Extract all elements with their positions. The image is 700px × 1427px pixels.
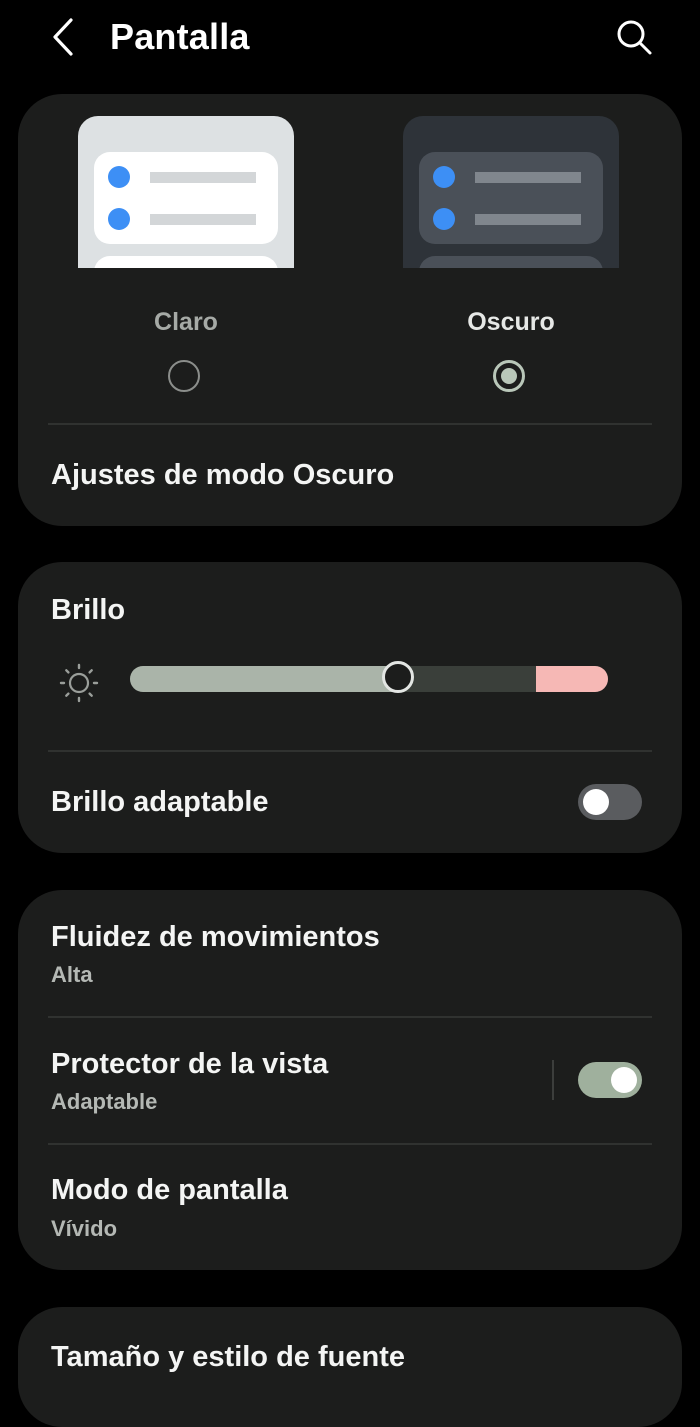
vertical-separator (552, 1060, 554, 1100)
radio-selected-dot (501, 368, 517, 384)
toggle-knob (611, 1067, 637, 1093)
screen-mode-title: Modo de pantalla (51, 1174, 288, 1206)
font-size-style-title: Tamaño y estilo de fuente (51, 1341, 405, 1373)
screen-mode-row[interactable]: Modo de pantalla Vívido (18, 1145, 682, 1270)
theme-label-light: Claro (154, 308, 218, 336)
dark-theme-preview (403, 116, 619, 268)
font-size-style-row[interactable]: Tamaño y estilo de fuente (18, 1307, 682, 1427)
light-theme-preview (78, 116, 294, 268)
theme-option-dark[interactable]: Oscuro (403, 116, 643, 406)
search-button[interactable] (612, 14, 656, 60)
font-card: Tamaño y estilo de fuente (18, 1307, 682, 1427)
dark-mode-settings-row[interactable]: Ajustes de modo Oscuro (18, 425, 682, 526)
eye-comfort-value: Adaptable (51, 1089, 158, 1114)
preview-line (150, 214, 256, 225)
preview-panel (94, 152, 278, 244)
slider-track (130, 666, 608, 692)
back-button[interactable] (44, 14, 84, 60)
motion-smoothness-title: Fluidez de movimientos (51, 921, 380, 953)
dark-mode-settings-label: Ajustes de modo Oscuro (51, 459, 395, 491)
eye-comfort-title: Protector de la vista (51, 1048, 329, 1080)
adaptive-brightness-toggle[interactable] (578, 784, 642, 820)
brightness-slider[interactable] (130, 661, 608, 694)
theme-option-light[interactable]: Claro (78, 116, 318, 406)
preview-panel (419, 152, 603, 244)
top-app-bar: Pantalla (0, 0, 700, 80)
preview-dot (433, 166, 455, 188)
preview-dot (108, 166, 130, 188)
preview-line (475, 214, 581, 225)
brightness-title: Brillo (51, 594, 126, 626)
preview-panel (419, 256, 603, 268)
preview-line (475, 172, 581, 183)
sun-icon (59, 663, 99, 703)
motion-smoothness-row[interactable]: Fluidez de movimientos Alta (18, 890, 682, 1016)
screen-mode-value: Vívido (51, 1216, 118, 1241)
preview-line (150, 172, 256, 183)
slider-extra-brightness-zone (536, 666, 608, 692)
slider-thumb[interactable] (382, 661, 414, 693)
search-icon (617, 20, 652, 55)
adaptive-brightness-row[interactable]: Brillo adaptable (18, 752, 682, 853)
adaptive-brightness-label: Brillo adaptable (51, 786, 269, 818)
preview-panel (94, 256, 278, 268)
display-settings-card: Fluidez de movimientos Alta Protector de… (18, 890, 682, 1270)
eye-comfort-row[interactable]: Protector de la vista Adaptable (18, 1018, 682, 1144)
toggle-knob (583, 789, 609, 815)
brightness-card: Brillo Brillo adaptable (18, 562, 682, 853)
radio-dark[interactable] (493, 360, 525, 392)
chevron-left-icon (53, 18, 73, 56)
motion-smoothness-value: Alta (51, 962, 93, 987)
theme-label-dark: Oscuro (467, 308, 555, 336)
theme-card: Claro Oscuro Ajustes de modo Oscuro (18, 94, 682, 526)
preview-dot (433, 208, 455, 230)
eye-comfort-toggle[interactable] (578, 1062, 642, 1098)
page-title: Pantalla (110, 16, 250, 57)
slider-fill (130, 666, 398, 692)
preview-dot (108, 208, 130, 230)
radio-light[interactable] (168, 360, 200, 392)
